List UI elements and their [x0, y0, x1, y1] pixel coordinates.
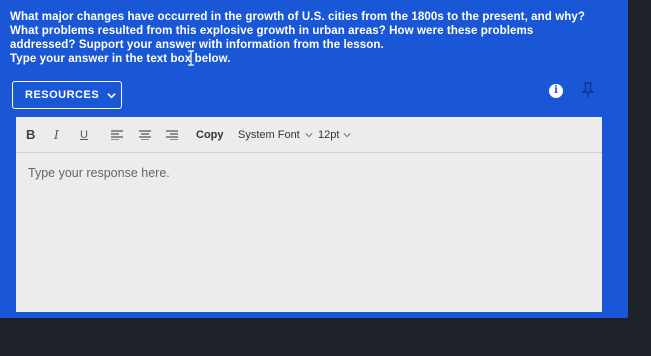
question-panel: What major changes have occurred in the …	[0, 0, 628, 318]
editor-toolbar: B I U Copy System Font 12pt	[16, 117, 602, 153]
question-text: What major changes have occurred in the …	[10, 10, 610, 66]
response-placeholder: Type your response here.	[28, 166, 170, 180]
italic-button[interactable]: I	[54, 127, 59, 143]
info-icon[interactable]: i	[549, 84, 563, 98]
response-textarea[interactable]: Type your response here.	[16, 153, 602, 312]
resources-button[interactable]: RESOURCES	[12, 81, 122, 109]
font-family-value: System Font	[238, 129, 300, 141]
question-line: addressed? Support your answer with info…	[10, 39, 384, 51]
bold-button[interactable]: B	[26, 127, 35, 143]
question-line: What problems resulted from this explosi…	[10, 25, 534, 37]
align-right-icon[interactable]	[166, 130, 178, 140]
font-size-select[interactable]: 12pt	[318, 127, 351, 143]
text-cursor-icon	[188, 50, 194, 66]
align-left-icon[interactable]	[111, 130, 123, 140]
align-center-icon[interactable]	[139, 130, 151, 140]
copy-button[interactable]: Copy	[196, 127, 224, 143]
response-editor: B I U Copy System Font 12pt Type your re…	[16, 117, 602, 312]
chevron-down-icon	[305, 133, 313, 138]
chevron-down-icon	[343, 133, 351, 138]
question-line: What major changes have occurred in the …	[10, 11, 585, 23]
chevron-down-icon	[107, 92, 116, 98]
resources-label: RESOURCES	[25, 89, 100, 101]
pin-icon[interactable]	[582, 82, 594, 98]
font-family-select[interactable]: System Font	[238, 127, 313, 143]
font-size-value: 12pt	[318, 129, 340, 141]
question-line: Type your answer in the text box below.	[10, 53, 231, 65]
underline-button[interactable]: U	[80, 127, 88, 143]
